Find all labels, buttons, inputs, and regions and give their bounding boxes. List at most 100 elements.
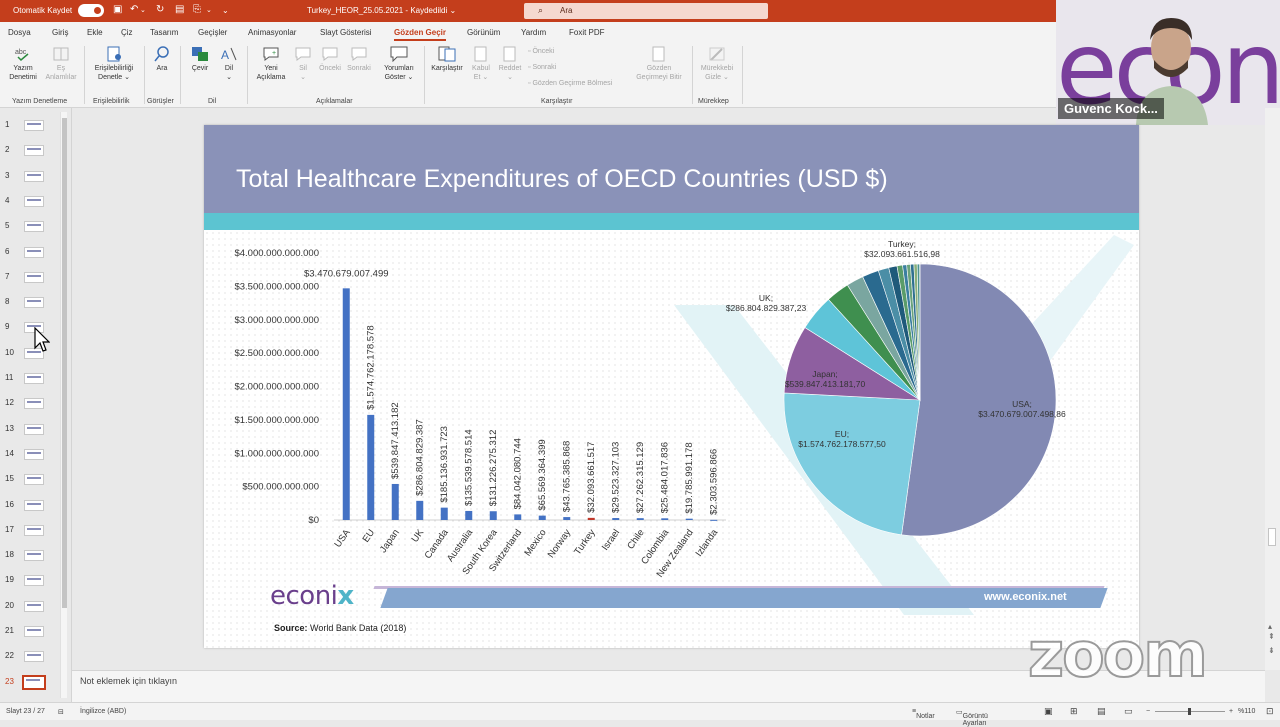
slide-thumbnail[interactable]: 3 — [0, 167, 60, 192]
slide-thumbnail[interactable]: 14 — [0, 445, 60, 470]
tab-slideshow[interactable]: Slayt Gösterisi — [320, 28, 372, 37]
tab-help[interactable]: Yardım — [521, 28, 546, 37]
slide-thumbnail[interactable]: 13 — [0, 420, 60, 445]
previous-slide-icon[interactable]: ⇞ — [1268, 632, 1275, 641]
slide-thumbnail[interactable]: 8 — [0, 293, 60, 318]
translate-button[interactable]: Çevir — [186, 46, 214, 74]
tab-draw[interactable]: Çiz — [121, 28, 133, 37]
tab-file[interactable]: Dosya — [8, 28, 31, 37]
tab-foxit-pdf[interactable]: Foxit PDF — [569, 28, 605, 37]
zoom-slider[interactable] — [1155, 711, 1225, 712]
bar-data-label: $29.523.327.103 — [611, 442, 622, 513]
zoom-level[interactable]: %110 — [1238, 708, 1255, 715]
document-title[interactable]: Turkey_HEOR_25.05.2021 - Kaydedildi ⌄ — [307, 6, 456, 15]
slide-canvas[interactable]: Total Healthcare Expenditures of OECD Co… — [204, 125, 1139, 648]
end-review-button[interactable]: Gözden Geçirmeyi Bitir — [630, 46, 688, 83]
tab-review[interactable]: Gözden Geçir — [394, 28, 446, 41]
slide-number: 3 — [5, 171, 17, 180]
slide-thumbnail[interactable]: 16 — [0, 496, 60, 521]
compare-button[interactable]: Karşılaştır — [428, 46, 466, 74]
zoom-slider-thumb[interactable] — [1188, 708, 1191, 715]
thumbnail-scroll-knob[interactable] — [62, 118, 67, 608]
charts-svg: $0$500.000.000.000$1.000.000.000.000$1.5… — [204, 125, 1139, 648]
save-icon[interactable]: ▣ — [113, 4, 122, 15]
slide-thumbnail[interactable]: 18 — [0, 546, 60, 571]
display-settings-button[interactable]: ▭ Görüntü Ayarları — [956, 708, 963, 716]
slide-thumbnail[interactable]: 10 — [0, 344, 60, 369]
undo-dropdown-icon[interactable]: ⌄ — [140, 6, 146, 14]
tab-transitions[interactable]: Geçişler — [198, 28, 227, 37]
show-comments-button[interactable]: Yorumları Göster ⌄ — [378, 46, 420, 83]
slide-scroll-knob[interactable] — [1268, 528, 1276, 546]
customize-qat-icon[interactable]: ⌄ — [222, 6, 229, 15]
slide-thumbnail[interactable]: 15 — [0, 470, 60, 495]
slide-thumbnail[interactable]: 22 — [0, 647, 60, 672]
slide-number: 22 — [5, 651, 17, 660]
redo-icon[interactable]: ↻ — [156, 4, 164, 15]
x-tick-label: Norway — [546, 527, 574, 560]
group-label-accessibility: Erişilebilirlik — [93, 98, 130, 105]
tab-insert[interactable]: Ekle — [87, 28, 103, 37]
slide-thumbnail[interactable]: 19 — [0, 571, 60, 596]
fit-to-window-icon[interactable]: ⊡ — [1266, 706, 1274, 717]
present-icon[interactable]: ▤ — [175, 4, 184, 15]
search-box[interactable]: ⌕ Ara — [524, 3, 768, 19]
previous-comment-button[interactable]: Önceki — [316, 46, 344, 74]
undo-icon[interactable]: ↶ — [130, 4, 138, 15]
slide-thumbnail-image — [24, 474, 44, 485]
reading-view-icon[interactable]: ▤ — [1097, 706, 1106, 717]
slide-thumbnail[interactable]: 7 — [0, 268, 60, 293]
language-status[interactable]: İngilizce (ABD) — [80, 708, 126, 715]
next-change-button[interactable]: ▫ Sonraki — [528, 64, 556, 71]
slide-thumbnail[interactable]: 1 — [0, 116, 60, 141]
next-comment-button[interactable]: Sonraki — [344, 46, 374, 74]
accept-button[interactable]: Kabul Et ⌄ — [468, 46, 494, 83]
check-accessibility-button[interactable]: Erişilebilirliği Denetle ⌄ — [88, 46, 140, 83]
new-comment-button[interactable]: + Yeni Açıklama — [252, 46, 290, 83]
next-slide-icon[interactable]: ⇟ — [1268, 646, 1275, 655]
slide-thumbnail[interactable]: 6 — [0, 243, 60, 268]
smart-lookup-button[interactable]: Ara — [148, 46, 176, 74]
slide-sorter-icon[interactable]: ⊞ — [1070, 706, 1078, 717]
slide-number: 12 — [5, 398, 17, 407]
delete-comment-button[interactable]: Sil ⌄ — [292, 46, 314, 83]
slide-thumbnail[interactable]: 12 — [0, 394, 60, 419]
slide-thumbnail[interactable]: 20 — [0, 597, 60, 622]
tab-view[interactable]: Görünüm — [467, 28, 500, 37]
scroll-up-icon[interactable]: ▴ — [1268, 622, 1272, 631]
slide-thumbnail-image — [24, 221, 44, 232]
slide-thumbnail[interactable]: 21 — [0, 622, 60, 647]
tab-design[interactable]: Tasarım — [150, 28, 178, 37]
reviewing-pane-button[interactable]: ▫ Gözden Geçirme Bölmesi — [528, 80, 612, 87]
slide-thumbnail[interactable]: 5 — [0, 217, 60, 242]
spelling-button[interactable]: abc Yazım Denetimi — [4, 46, 42, 83]
slide-thumbnail[interactable]: 4 — [0, 192, 60, 217]
slide-thumbnail[interactable]: 23 — [0, 673, 60, 698]
autosave-toggle[interactable] — [78, 4, 104, 17]
slideshow-view-icon[interactable]: ▭ — [1124, 706, 1133, 717]
accessibility-status-icon[interactable]: ⊟ — [58, 708, 64, 716]
reject-button[interactable]: Reddet ⌄ — [496, 46, 524, 83]
more-dropdown-icon[interactable]: ⌄ — [206, 6, 212, 14]
slide-thumbnail[interactable]: 11 — [0, 369, 60, 394]
zoom-in-icon[interactable]: + — [1229, 708, 1233, 715]
slide-number: 9 — [5, 322, 17, 331]
normal-view-icon[interactable]: ▣ — [1044, 706, 1053, 717]
zoom-out-icon[interactable]: − — [1146, 708, 1150, 715]
display-settings-label: Görüntü Ayarları — [963, 713, 988, 727]
tab-animations[interactable]: Animasyonlar — [248, 28, 296, 37]
translate-label: Çevir — [192, 65, 208, 72]
from-beginning-icon[interactable]: ⎘ — [193, 4, 201, 15]
previous-change-button[interactable]: ▫ Önceki — [528, 48, 554, 55]
language-button[interactable]: A Dil ⌄ — [216, 46, 242, 83]
thesaurus-button[interactable]: Eş Anlamlılar — [42, 46, 80, 83]
slide-scrollbar[interactable]: ▴ ⇞ ⇟ — [1265, 108, 1280, 670]
hide-ink-button[interactable]: Mürekkebi Gizle ⌄ — [696, 46, 738, 83]
slide-thumbnail[interactable]: 2 — [0, 141, 60, 166]
pie-data-label-line: $1.574.762.178.577,50 — [798, 439, 886, 449]
slide-thumbnail[interactable]: 9 — [0, 318, 60, 343]
thumbnail-scrollbar[interactable] — [60, 112, 67, 698]
slide-thumbnail[interactable]: 17 — [0, 521, 60, 546]
tab-home[interactable]: Giriş — [52, 28, 68, 37]
notes-button[interactable]: ≡ Notlar — [912, 708, 916, 715]
